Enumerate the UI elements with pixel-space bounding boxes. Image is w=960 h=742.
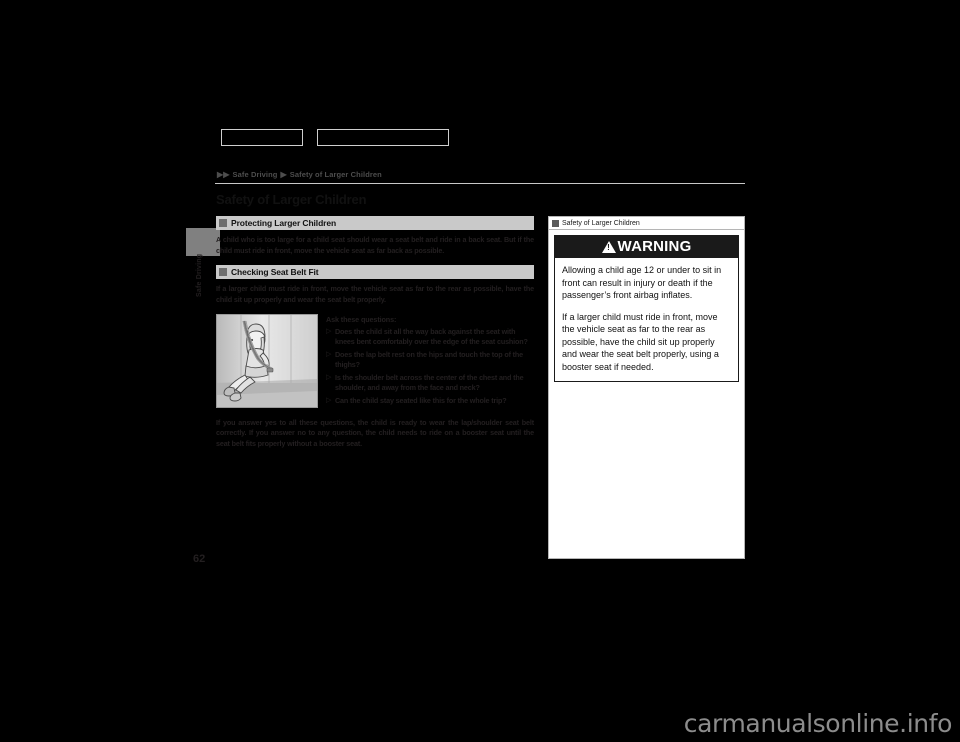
top-boxes-group <box>221 129 449 146</box>
section-marker-icon <box>219 219 227 227</box>
illustration-svg <box>217 315 317 407</box>
section-heading-text: Protecting Larger Children <box>231 218 337 228</box>
checklist-item: ▷ Does the child sit all the way back ag… <box>326 327 534 346</box>
top-box-right <box>317 129 449 146</box>
breadcrumb: ▶▶ Safe Driving ▶ Safety of Larger Child… <box>217 170 382 179</box>
figure-and-checklist-row: Ask these questions: ▷ Does the child si… <box>216 314 534 410</box>
page-title: Safety of Larger Children <box>216 192 367 207</box>
section-paragraph-checking: If a larger child must ride in front, mo… <box>216 284 534 304</box>
header-divider <box>215 183 745 184</box>
side-tab-label-text: Safe Driving <box>196 253 203 297</box>
checklist-item-text: Does the child sit all the way back agai… <box>335 327 528 346</box>
illustration-child-seat-belt-fit <box>216 314 318 408</box>
warning-paragraph: Allowing a child age 12 or under to sit … <box>562 265 722 300</box>
checklist-item-text: Does the lap belt rest on the hips and t… <box>335 350 524 369</box>
watermark: carmanualsonline.info <box>683 709 953 738</box>
warning-box: WARNING Allowing a child age 12 or under… <box>554 235 739 382</box>
bullet-icon: ▷ <box>326 351 332 358</box>
section-heading-checking-seat-belt-fit: Checking Seat Belt Fit <box>216 265 534 279</box>
side-tab-marker <box>186 228 220 256</box>
main-content-column: Protecting Larger Children A child who i… <box>216 216 534 449</box>
side-panel-header-text: Safety of Larger Children <box>562 219 640 227</box>
side-panel: Safety of Larger Children WARNING Allowi… <box>548 216 745 559</box>
bullet-icon: ▷ <box>326 374 332 381</box>
page-number: 62 <box>193 553 206 565</box>
side-tab-label: Safe Driving <box>183 253 217 328</box>
top-box-left <box>221 129 303 146</box>
checklist-item: ▷ Is the shoulder belt across the center… <box>326 373 534 392</box>
section-paragraph-protecting: A child who is too large for a child sea… <box>216 235 534 255</box>
checklist-title: Ask these questions: <box>326 315 397 324</box>
bullet-icon: ▷ <box>326 328 332 335</box>
section-closing-paragraph: If you answer yes to all these questions… <box>216 417 534 448</box>
warning-triangle-icon <box>601 240 616 253</box>
side-panel-marker-icon <box>552 219 559 227</box>
chevron-right-icon: ▶ <box>280 170 287 179</box>
warning-paragraph: If a larger child must ride in front, mo… <box>562 311 719 372</box>
seat-belt-fit-checklist: Ask these questions: ▷ Does the child si… <box>326 314 534 410</box>
warning-title-bar: WARNING <box>555 236 738 258</box>
checklist-item-text: Is the shoulder belt across the center o… <box>335 373 524 392</box>
side-panel-header: Safety of Larger Children <box>549 217 744 230</box>
checklist-item-text: Can the child stay seated like this for … <box>335 396 507 405</box>
bullet-icon: ▷ <box>326 397 332 404</box>
checklist-item: ▷ Can the child stay seated like this fo… <box>326 396 534 406</box>
warning-body: Allowing a child age 12 or under to sit … <box>555 258 738 381</box>
breadcrumb-item-current: Safety of Larger Children <box>289 170 382 179</box>
double-arrow-icon: ▶▶ <box>217 169 230 179</box>
section-heading-protecting-larger-children: Protecting Larger Children <box>216 216 534 230</box>
warning-title-text: WARNING <box>617 238 692 255</box>
section-marker-icon <box>219 268 227 276</box>
breadcrumb-item-safe-driving: Safe Driving <box>232 170 278 179</box>
checklist-item: ▷ Does the lap belt rest on the hips and… <box>326 350 534 369</box>
manual-page: Safe Driving ▶▶ Safe Driving ▶ Safety of… <box>0 0 960 742</box>
section-heading-text: Checking Seat Belt Fit <box>231 267 319 277</box>
